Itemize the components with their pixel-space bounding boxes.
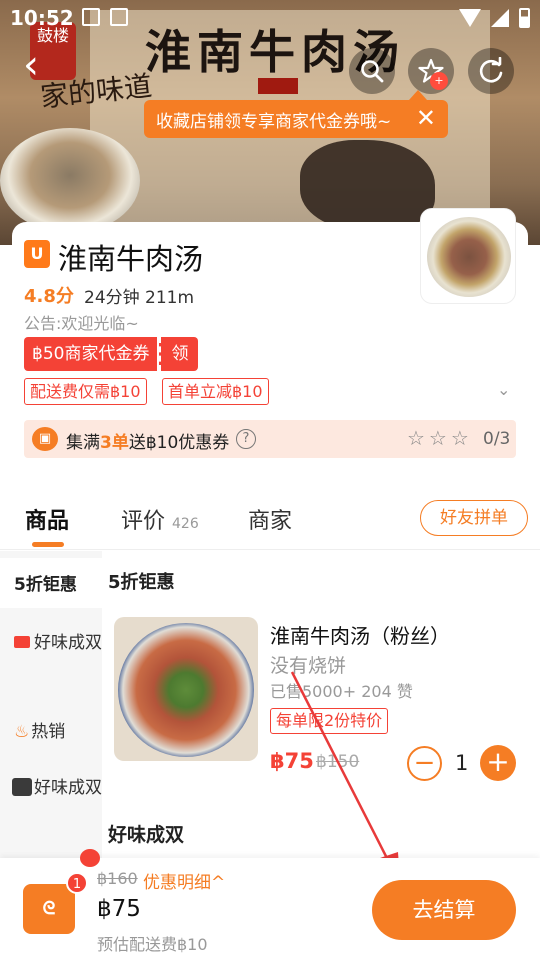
wifi-icon <box>459 9 481 27</box>
delivery-fee-tag: 配送费仅需฿10 <box>24 378 147 405</box>
promo-progress: 0/3 <box>483 429 511 449</box>
product-original-price: ฿150 <box>316 752 360 772</box>
checkout-button[interactable]: 去结算 <box>372 880 516 940</box>
product-image[interactable] <box>114 617 258 761</box>
estimated-delivery-fee: 预估配送费฿10 <box>97 935 208 954</box>
coupon-amount: ฿50商家代金券 <box>24 337 158 371</box>
favorite-coupon-tooltip[interactable]: 收藏店铺领专享商家代金券哦~ ✕ <box>144 90 448 138</box>
status-bar: 10:52 <box>0 0 540 36</box>
banner-red-seal <box>258 78 298 94</box>
sidebar-item-hot[interactable]: ♨ 热销 <box>0 713 102 742</box>
battery-icon <box>519 8 530 28</box>
shop-name: 淮南牛肉汤 <box>58 242 204 276</box>
progress-stars-icon: ☆☆☆ <box>407 426 473 450</box>
merchant-coupon[interactable]: ฿50商家代金券 领 <box>24 337 199 371</box>
back-button[interactable]: ‹ <box>8 42 54 88</box>
status-time: 10:52 <box>10 6 74 30</box>
flying-cart-dot <box>80 849 100 867</box>
sidebar-item-combo[interactable]: 好味成双 <box>0 622 102 656</box>
promo-text: 集满3单送฿10优惠券 <box>66 433 230 453</box>
shop-rating: 4.8分 <box>24 286 74 307</box>
flame-icon: ♨ <box>14 722 30 742</box>
share-icon <box>479 57 503 83</box>
banner-bull-illustration <box>300 140 435 230</box>
tab-reviews[interactable]: 评价 426 <box>121 503 199 535</box>
product-subtitle: 没有烧饼 <box>270 655 347 677</box>
active-tab-indicator <box>32 542 64 547</box>
signal-icon <box>491 9 509 27</box>
sidebar-item-discount[interactable]: 5折钜惠 <box>0 558 102 608</box>
tab-merchant[interactable]: 商家 <box>248 503 292 535</box>
cart-count-badge: 1 <box>66 872 88 894</box>
help-icon[interactable]: ? <box>236 429 256 449</box>
increase-quantity-button[interactable]: + <box>480 745 516 781</box>
share-button[interactable] <box>468 48 514 94</box>
product-sales: 已售5000+ 204 赞 <box>270 682 413 701</box>
shop-brand-icon: U <box>24 240 50 268</box>
cart-icon[interactable]: ᘓ <box>23 884 75 934</box>
banner-soup-bowl-image <box>0 128 140 233</box>
app-notification-icon <box>110 8 128 26</box>
delivery-time-distance: 24分钟 211m <box>84 288 195 308</box>
sidebar-item-combo-2[interactable]: 好味成双 <box>0 775 102 801</box>
tooltip-close-icon[interactable]: ✕ <box>416 104 436 132</box>
discount-detail-link[interactable]: 优惠明细^ <box>143 868 225 893</box>
noodle-soup-image <box>118 623 254 757</box>
dish-icon <box>12 778 32 796</box>
claim-coupon-button[interactable]: 领 <box>159 337 199 371</box>
search-button[interactable] <box>349 48 395 94</box>
tooltip-arrow <box>409 90 427 100</box>
gallery-notification-icon <box>82 8 100 26</box>
product-price: ฿75 <box>270 749 314 773</box>
shop-thumbnail[interactable] <box>420 208 516 304</box>
search-icon <box>361 60 384 83</box>
section-title: 5折钜惠 <box>108 572 175 593</box>
ticket-icon <box>14 636 30 648</box>
favorite-badge: + <box>430 72 448 90</box>
first-order-discount-tag: 首单立减฿10 <box>162 378 269 405</box>
decrease-quantity-button[interactable]: − <box>407 746 442 781</box>
group-order-button[interactable]: 好友拼单 <box>420 500 528 536</box>
cart-total: ฿75 <box>97 896 141 922</box>
quantity-value: 1 <box>455 751 469 775</box>
shop-notice: 公告:欢迎光临~ <box>24 314 139 333</box>
section-title-combo: 好味成双 <box>108 824 185 846</box>
favorite-button[interactable] <box>408 48 454 94</box>
soup-thumbnail-image <box>427 217 511 297</box>
collect-orders-promo[interactable]: ▣ 集满3单送฿10优惠券 ? ☆☆☆ 0/3 <box>24 420 516 458</box>
original-total: ฿160 <box>97 869 138 888</box>
tooltip-text: 收藏店铺领专享商家代金券哦~ <box>156 111 392 132</box>
product-name[interactable]: 淮南牛肉汤（粉丝） <box>270 620 450 649</box>
back-arrow-icon: ‹ <box>23 42 39 88</box>
tab-goods[interactable]: 商品 <box>25 503 69 535</box>
product-limit-tag: 每单限2份特价 <box>270 708 389 734</box>
chevron-down-icon[interactable]: ⌄ <box>497 380 510 399</box>
ticket-icon: ▣ <box>32 427 58 451</box>
reviews-count: 426 <box>172 516 199 532</box>
